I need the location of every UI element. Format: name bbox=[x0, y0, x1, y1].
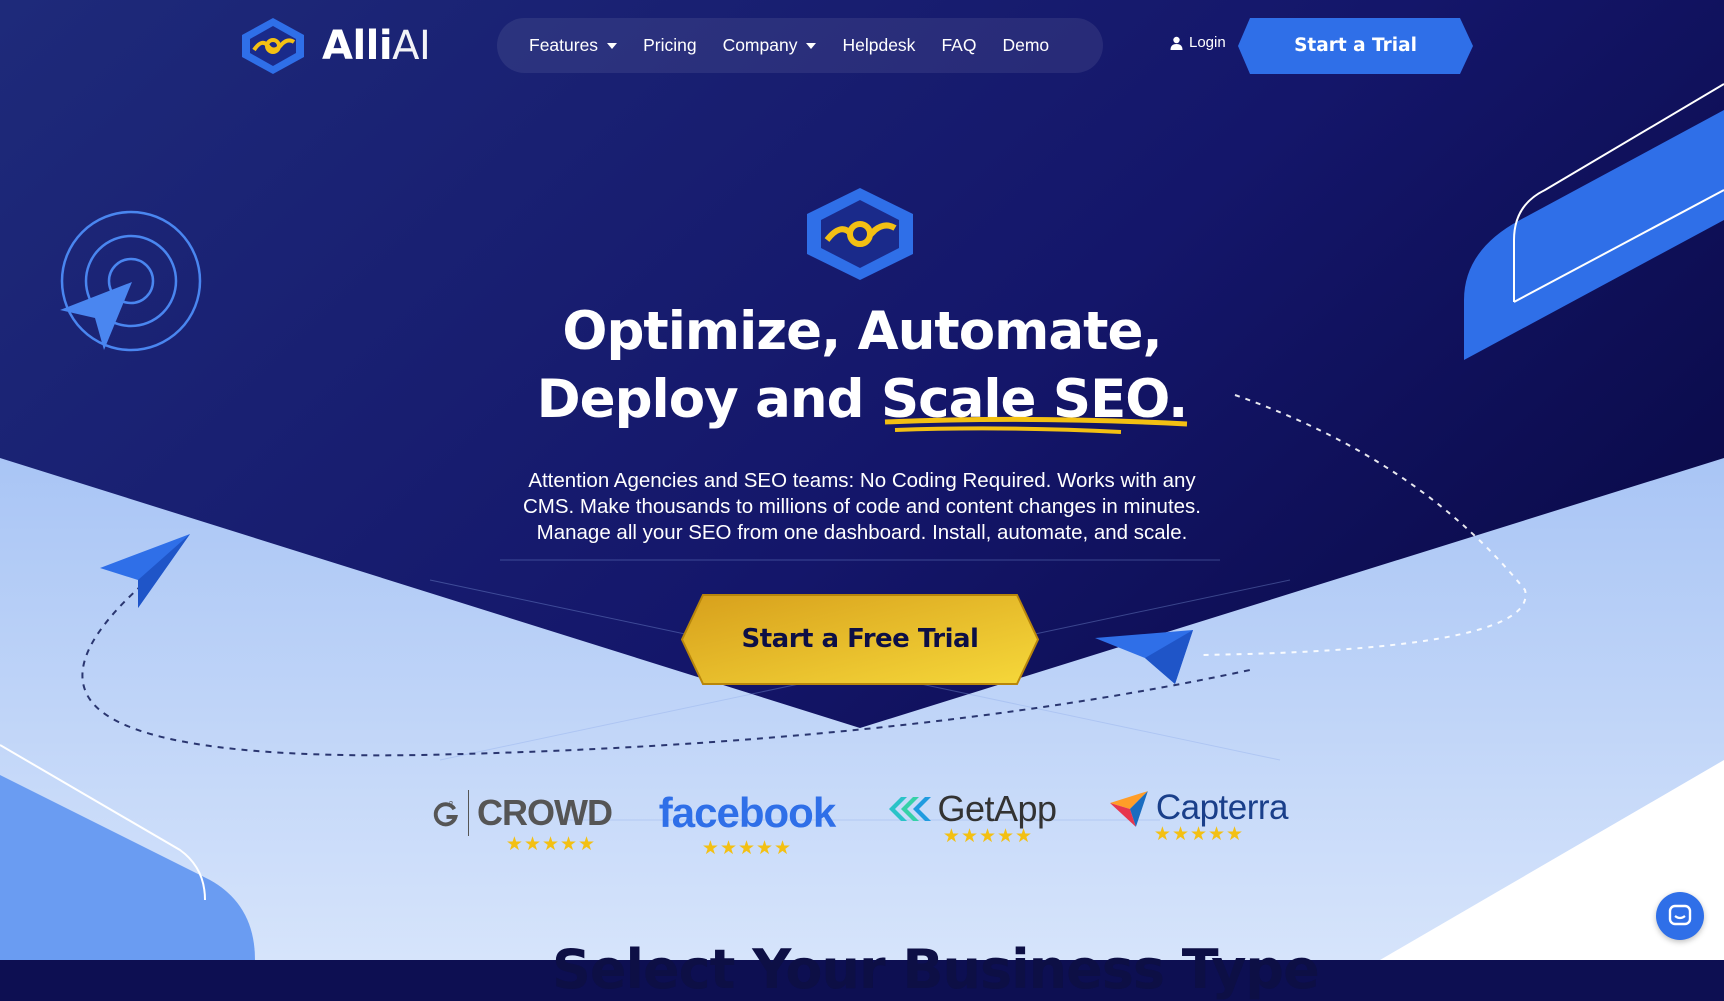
rating-stars: ★★★★★ bbox=[701, 837, 793, 859]
hero-subtext: Attention Agencies and SEO teams: No Cod… bbox=[522, 469, 1201, 544]
paper-plane-icon bbox=[1095, 630, 1193, 684]
capterra-logo-icon bbox=[1110, 791, 1148, 827]
nav-faq[interactable]: FAQ bbox=[941, 35, 976, 56]
caret-down-icon bbox=[806, 42, 817, 49]
nav-helpdesk[interactable]: Helpdesk bbox=[842, 35, 915, 56]
g2-logo-icon: 2 bbox=[433, 800, 458, 827]
alli-logo-icon bbox=[242, 18, 304, 74]
chat-icon bbox=[1668, 904, 1692, 926]
g2-crowd-rating[interactable]: 2 CROWD ★★★★★ bbox=[432, 788, 613, 855]
nav-company[interactable]: Company bbox=[723, 35, 817, 56]
alli-logo-icon bbox=[807, 188, 913, 280]
nav-demo[interactable]: Demo bbox=[1002, 35, 1049, 56]
start-trial-button[interactable]: Start a Trial bbox=[1238, 18, 1473, 74]
section-title: Select Your Business Type bbox=[552, 938, 1320, 1001]
hero-headline: Optimize, Automate, Deploy and Scale SEO… bbox=[462, 298, 1262, 434]
start-free-trial-button[interactable]: Start a Free Trial bbox=[681, 594, 1039, 685]
paper-plane-icon bbox=[100, 534, 190, 608]
nav-features[interactable]: Features bbox=[529, 35, 618, 56]
brand-logo[interactable]: AlliAI bbox=[238, 16, 431, 76]
rating-stars: ★★★★★ bbox=[505, 833, 597, 855]
brand-name: AlliAI bbox=[322, 23, 431, 69]
capterra-rating[interactable]: Capterra ★★★★★ bbox=[1110, 788, 1289, 844]
login-link[interactable]: Login bbox=[1170, 34, 1226, 51]
caret-down-icon bbox=[607, 42, 618, 49]
getapp-rating[interactable]: GetApp ★★★★★ bbox=[884, 788, 1062, 846]
getapp-logo-icon bbox=[889, 797, 932, 821]
main-nav: Features Pricing Company Helpdesk FAQ De… bbox=[497, 18, 1103, 73]
nav-pricing[interactable]: Pricing bbox=[643, 35, 697, 56]
headline-highlight: Scale SEO. bbox=[881, 369, 1188, 434]
facebook-rating[interactable]: facebook ★★★★★ bbox=[658, 788, 836, 858]
site-header: AlliAI Features Pricing Company Helpdesk… bbox=[0, 0, 1724, 92]
user-icon bbox=[1170, 36, 1183, 50]
chat-widget-button[interactable] bbox=[1656, 892, 1704, 940]
svg-text:2: 2 bbox=[449, 800, 453, 809]
